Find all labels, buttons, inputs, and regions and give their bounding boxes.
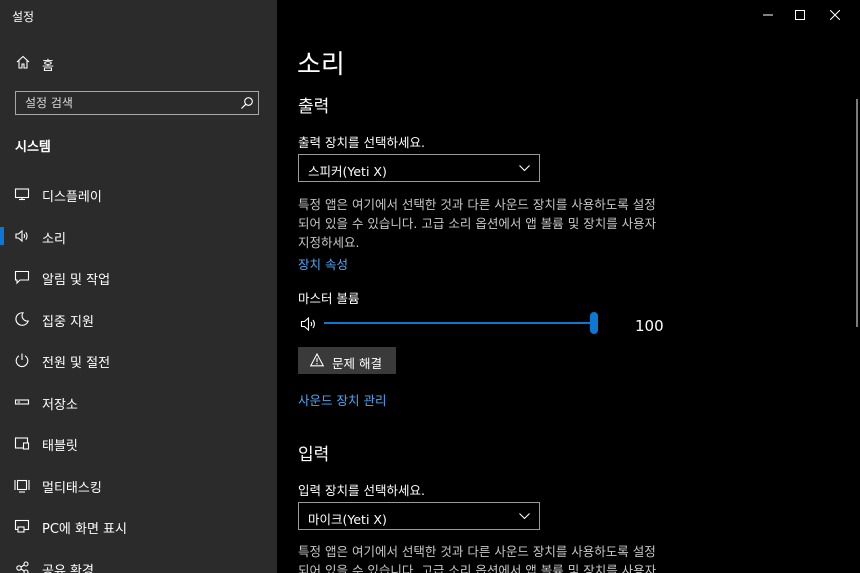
output-description: 특정 앱은 여기에서 선택한 것과 다른 사운드 장치를 사용하도록 설정 되어…	[298, 195, 683, 252]
speaker-icon	[15, 229, 28, 243]
sidebar-item-label: 공유 환경	[42, 564, 94, 573]
shared-experiences-icon	[16, 561, 29, 573]
sidebar-item-label: 멀티태스킹	[42, 481, 102, 496]
multitasking-icon	[14, 479, 30, 493]
selection-indicator	[0, 227, 4, 245]
master-volume-value: 100	[635, 317, 664, 335]
page-title: 소리	[297, 50, 345, 80]
sidebar-item-label: 디스플레이	[42, 190, 102, 205]
output-device-dropdown[interactable]: 스피커(Yeti X)	[298, 154, 540, 182]
sidebar-item-display[interactable]: 디스플레이	[0, 178, 277, 210]
output-device-value: 스피커(Yeti X)	[308, 164, 387, 179]
slider-thumb[interactable]	[590, 312, 598, 334]
sidebar-item-home-label: 홈	[42, 59, 54, 74]
input-device-label: 입력 장치를 선택하세요.	[298, 483, 425, 498]
sidebar-item-tablet[interactable]: 태블릿	[0, 427, 277, 459]
sidebar-item-focus-assist[interactable]: 집중 지원	[0, 303, 277, 335]
sidebar-item-power[interactable]: 전원 및 절전	[0, 344, 277, 376]
input-device-value: 마이크(Yeti X)	[308, 512, 387, 527]
description-line: 되어 있을 수 있습니다. 고급 소리 옵션에서 앱 볼륨 및 장치를 사용자	[298, 216, 657, 231]
volume-icon[interactable]	[300, 315, 318, 333]
device-properties-link[interactable]: 장치 속성	[298, 254, 348, 273]
warning-icon	[310, 353, 324, 367]
storage-icon	[14, 399, 30, 405]
home-icon	[16, 55, 30, 69]
chevron-down-icon	[519, 165, 530, 172]
input-heading: 입력	[298, 445, 330, 465]
sidebar-item-multitasking[interactable]: 멀티태스킹	[0, 469, 277, 501]
sidebar: 설정 홈 시스템 디스플레이 소리	[0, 0, 277, 573]
input-device-dropdown[interactable]: 마이크(Yeti X)	[298, 502, 540, 530]
sidebar-item-sound[interactable]: 소리	[0, 220, 277, 252]
search-box[interactable]	[15, 91, 259, 115]
troubleshoot-button[interactable]: 문제 해결	[298, 347, 396, 374]
description-line: 특정 앱은 여기에서 선택한 것과 다른 사운드 장치를 사용하도록 설정	[298, 544, 656, 559]
tablet-icon	[14, 437, 30, 450]
output-heading: 출력	[298, 97, 330, 117]
sidebar-item-label: 태블릿	[42, 439, 78, 454]
section-heading-system: 시스템	[15, 140, 51, 155]
moon-icon	[15, 312, 30, 326]
sidebar-item-label: 알림 및 작업	[42, 273, 111, 288]
sidebar-item-label: 저장소	[42, 398, 78, 413]
input-description: 특정 앱은 여기에서 선택한 것과 다른 사운드 장치를 사용하도록 설정 되어…	[298, 542, 683, 573]
description-line: 특정 앱은 여기에서 선택한 것과 다른 사운드 장치를 사용하도록 설정	[298, 197, 656, 212]
sidebar-item-label: 전원 및 절전	[42, 356, 111, 371]
search-icon[interactable]	[240, 96, 254, 110]
sidebar-item-label: 소리	[42, 232, 66, 247]
master-volume-slider[interactable]	[324, 312, 598, 334]
sidebar-item-project[interactable]: PC에 화면 표시	[0, 510, 277, 542]
sidebar-item-notifications[interactable]: 알림 및 작업	[0, 261, 277, 293]
sidebar-item-storage[interactable]: 저장소	[0, 386, 277, 418]
troubleshoot-button-label: 문제 해결	[332, 356, 382, 371]
project-icon	[14, 519, 30, 533]
chevron-down-icon	[519, 513, 530, 520]
description-line: 지정하세요.	[298, 235, 360, 250]
sidebar-item-shared-experiences[interactable]: 공유 환경	[0, 552, 277, 573]
monitor-icon	[14, 188, 30, 201]
output-device-label: 출력 장치를 선택하세요.	[298, 135, 425, 150]
content-pane: 소리 출력 출력 장치를 선택하세요. 스피커(Yeti X) 특정 앱은 여기…	[277, 0, 860, 573]
sidebar-item-label: 집중 지원	[42, 315, 94, 330]
slider-track	[324, 322, 594, 324]
notification-icon	[14, 270, 30, 285]
master-volume-label: 마스터 볼륨	[298, 291, 360, 306]
sidebar-item-label: PC에 화면 표시	[42, 522, 127, 537]
power-icon	[15, 353, 29, 368]
manage-sound-devices-link[interactable]: 사운드 장치 관리	[298, 390, 386, 409]
description-line: 되어 있을 수 있습니다. 고급 소리 옵션에서 앱 볼륨 및 장치를 사용자	[298, 563, 657, 573]
sidebar-item-home[interactable]: 홈	[0, 50, 277, 76]
search-input[interactable]	[16, 92, 231, 114]
scrollbar[interactable]	[856, 99, 858, 327]
app-title: 설정	[12, 10, 35, 24]
